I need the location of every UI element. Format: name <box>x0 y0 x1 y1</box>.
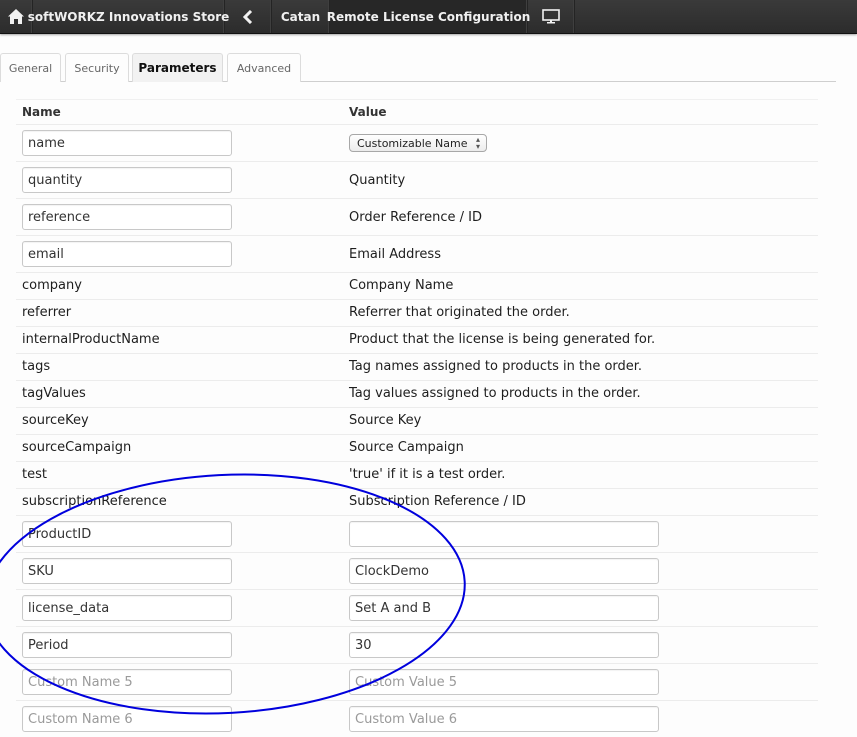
table-row: referrer Referrer that originated the or… <box>16 299 818 326</box>
custom-param-row <box>16 700 818 737</box>
param-value: 'true' if it is a test order. <box>349 467 506 482</box>
select-arrows-icon: ▴ ▾ <box>475 135 480 151</box>
product-label: Catan <box>280 9 321 24</box>
param-value: Source Key <box>349 413 422 428</box>
table-row: Email Address <box>16 235 818 272</box>
custom-name-input[interactable] <box>22 595 232 621</box>
custom-name-input[interactable] <box>22 669 232 695</box>
param-value: Referrer that originated the order. <box>349 305 570 320</box>
param-name: sourceKey <box>22 413 89 428</box>
table-row: tags Tag names assigned to products in t… <box>16 353 818 380</box>
param-name-input[interactable] <box>22 167 232 193</box>
tab-label: General <box>8 61 53 75</box>
tab-bar: General Security Parameters Advanced <box>0 53 836 82</box>
monitor-icon <box>542 9 560 24</box>
param-value: Subscription Reference / ID <box>349 494 526 509</box>
parameters-table: Name Value Customizable Name ▴▾ Quantity… <box>16 99 818 737</box>
custom-value-input[interactable] <box>349 558 659 584</box>
param-name: company <box>22 278 82 293</box>
breadcrumb-product[interactable]: Catan <box>272 0 330 33</box>
column-header-value: Value <box>349 105 387 119</box>
param-name-input[interactable] <box>22 241 232 267</box>
top-navbar: softWORKZ Innovations Store Catan Remote… <box>0 0 857 34</box>
table-row: tagValues Tag values assigned to product… <box>16 380 818 407</box>
tab-security[interactable]: Security <box>65 53 129 82</box>
tab-advanced[interactable]: Advanced <box>227 53 301 82</box>
custom-param-row <box>16 552 818 589</box>
table-row: sourceKey Source Key <box>16 407 818 434</box>
param-value: Product that the license is being genera… <box>349 332 656 347</box>
table-row: Customizable Name ▴▾ <box>16 124 818 161</box>
select-value: Customizable Name <box>357 136 468 150</box>
back-button[interactable] <box>225 0 272 33</box>
table-row: sourceCampaign Source Campaign <box>16 434 818 461</box>
table-row: test 'true' if it is a test order. <box>16 461 818 488</box>
breadcrumb-store[interactable]: softWORKZ Innovations Store <box>28 0 229 33</box>
tab-label: Advanced <box>236 61 292 75</box>
table-header: Name Value <box>16 99 818 124</box>
breadcrumb-current[interactable]: Remote License Configuration <box>326 0 531 33</box>
custom-param-row <box>16 626 818 663</box>
table-row: company Company Name <box>16 272 818 299</box>
param-name: referrer <box>22 305 72 320</box>
tab-general[interactable]: General <box>0 53 61 82</box>
param-value: Company Name <box>349 278 454 293</box>
custom-name-input[interactable] <box>22 632 232 658</box>
custom-value-input[interactable] <box>349 669 659 695</box>
param-name: tagValues <box>22 386 86 401</box>
chevron-left-icon <box>243 9 253 24</box>
param-name: subscriptionReference <box>22 494 167 509</box>
column-header-name: Name <box>22 105 61 119</box>
custom-param-row <box>16 589 818 626</box>
table-row: internalProductName Product that the lic… <box>16 326 818 353</box>
tab-label: Security <box>74 61 120 75</box>
custom-value-input[interactable] <box>349 706 659 732</box>
param-value: Quantity <box>349 173 406 188</box>
tab-parameters[interactable]: Parameters <box>132 53 223 82</box>
table-row: subscriptionReference Subscription Refer… <box>16 488 818 515</box>
custom-value-input[interactable] <box>349 632 659 658</box>
custom-name-input[interactable] <box>22 706 232 732</box>
table-row: Quantity <box>16 161 818 198</box>
param-name: test <box>22 467 47 482</box>
custom-value-input[interactable] <box>349 595 659 621</box>
custom-param-row <box>16 515 818 552</box>
home-icon <box>8 9 24 24</box>
param-name: sourceCampaign <box>22 440 132 455</box>
param-name-input[interactable] <box>22 130 232 156</box>
param-value: Tag values assigned to products in the o… <box>349 386 641 401</box>
tab-label: Parameters <box>138 61 217 75</box>
param-value: Email Address <box>349 247 441 262</box>
current-page-label: Remote License Configuration <box>326 9 531 24</box>
param-name: internalProductName <box>22 332 160 347</box>
param-value: Source Campaign <box>349 440 464 455</box>
param-value: Tag names assigned to products in the or… <box>349 359 643 374</box>
custom-name-input[interactable] <box>22 558 232 584</box>
param-name-input[interactable] <box>22 204 232 230</box>
custom-value-input[interactable] <box>349 521 659 547</box>
value-select[interactable]: Customizable Name ▴ ▾ <box>349 134 487 152</box>
custom-param-row <box>16 663 818 700</box>
table-row: Order Reference / ID <box>16 198 818 235</box>
param-value: Order Reference / ID <box>349 210 483 225</box>
store-label: softWORKZ Innovations Store <box>27 9 230 24</box>
custom-name-input[interactable] <box>22 521 232 547</box>
param-name: tags <box>22 359 51 374</box>
monitor-button[interactable] <box>528 0 575 33</box>
